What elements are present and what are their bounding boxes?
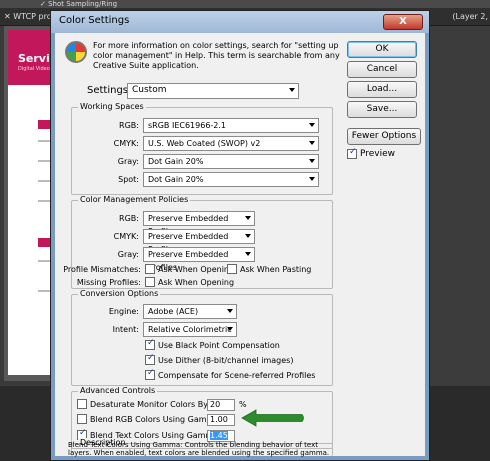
engine-value: Adobe (ACE): [148, 307, 199, 316]
mismatch-paste-label: Ask When Pasting: [240, 265, 312, 274]
missing-label: Missing Profiles:: [76, 278, 141, 287]
fewer-options-button[interactable]: Fewer Options: [347, 128, 421, 145]
advanced-title: Advanced Controls: [78, 386, 158, 395]
document-text-line: [38, 260, 50, 262]
intent-label: Intent:: [112, 325, 139, 334]
dialog-body: For more information on color settings, …: [57, 33, 423, 456]
ws-spot-select[interactable]: Dot Gain 20%: [143, 172, 319, 187]
conversion-title: Conversion Options: [78, 289, 161, 298]
missing-open-label: Ask When Opening: [158, 278, 235, 287]
ws-spot-label: Spot:: [118, 175, 139, 184]
ws-cmyk-label: CMYK:: [113, 139, 139, 148]
preview-label: Preview: [360, 149, 396, 159]
missing-open-checkbox[interactable]: [145, 277, 155, 287]
chevron-down-icon: [309, 159, 315, 163]
document-text-line: [38, 180, 50, 182]
document-text-line: [38, 290, 50, 292]
dither-label: Use Dither (8-bit/channel images): [158, 356, 294, 365]
dialog-titlebar[interactable]: Color Settings X: [51, 11, 429, 33]
ws-cmyk-value: U.S. Web Coated (SWOP) v2: [148, 139, 261, 148]
mismatch-open-label: Ask When Opening: [158, 265, 235, 274]
policies-title: Color Management Policies: [78, 195, 191, 204]
chevron-down-icon: [245, 216, 251, 220]
mismatch-paste-checkbox[interactable]: [227, 264, 237, 274]
panels-area: [430, 26, 490, 386]
dialog-title: Color Settings: [59, 15, 130, 26]
policy-rgb-label: RGB:: [119, 214, 139, 223]
settings-value: Custom: [132, 85, 167, 95]
cancel-button[interactable]: Cancel: [347, 61, 417, 78]
document-text-line: [38, 160, 50, 162]
policy-rgb-select[interactable]: Preserve Embedded Profiles: [143, 211, 255, 236]
chevron-down-icon: [245, 234, 251, 238]
blend-rgb-checkbox[interactable]: [77, 414, 87, 424]
intent-select[interactable]: Relative Colorimetric: [143, 322, 237, 337]
load-button[interactable]: Load...: [347, 81, 417, 98]
blend-rgb-label: Blend RGB Colors Using Gamma:: [90, 415, 222, 424]
engine-select[interactable]: Adobe (ACE): [143, 304, 237, 319]
description-text: Blend Text Colors Using Gamma: Controls …: [68, 441, 330, 457]
chevron-down-icon: [227, 327, 233, 331]
document-text-line: [38, 200, 50, 202]
engine-label: Engine:: [108, 307, 139, 316]
close-button[interactable]: X: [383, 14, 423, 30]
compensate-label: Compensate for Scene-referred Profiles: [158, 371, 316, 380]
blend-rgb-input[interactable]: 1.00: [207, 414, 235, 426]
compensate-checkbox[interactable]: [145, 368, 155, 380]
blend-text-value: 1.45: [210, 431, 228, 440]
working-spaces-title: Working Spaces: [78, 102, 146, 111]
document-text-line: [38, 140, 50, 142]
policy-cmyk-label: CMYK:: [113, 232, 139, 241]
ws-gray-label: Gray:: [117, 157, 139, 166]
desaturate-input[interactable]: 20: [207, 399, 235, 411]
options-bar-text: ✓ Shot Sampling/Ring: [40, 0, 118, 8]
bpc-checkbox[interactable]: [145, 338, 155, 350]
info-text: For more information on color settings, …: [93, 41, 340, 70]
chevron-down-icon: [227, 309, 233, 313]
policy-gray-select[interactable]: Preserve Embedded Profiles: [143, 247, 255, 272]
intent-value: Relative Colorimetric: [148, 325, 232, 334]
ok-button[interactable]: OK: [347, 41, 417, 58]
dither-checkbox[interactable]: [145, 353, 155, 365]
document-subheading: Digital Video: [18, 66, 50, 72]
policy-cmyk-select[interactable]: Preserve Embedded Profiles: [143, 229, 255, 254]
chevron-down-icon: [309, 123, 315, 127]
document-tab-right[interactable]: (Layer 2, RGB...: [425, 8, 490, 39]
ws-rgb-value: sRGB IEC61966-2.1: [148, 121, 227, 130]
policy-gray-label: Gray:: [117, 250, 139, 259]
mismatch-label: Profile Mismatches:: [63, 265, 141, 274]
color-settings-dialog: Color Settings X For more information on…: [50, 10, 430, 461]
chevron-down-icon: [309, 141, 315, 145]
annotation-arrow-icon: [241, 409, 304, 427]
ws-gray-value: Dot Gain 20%: [148, 157, 204, 166]
desaturate-unit: %: [239, 400, 247, 409]
settings-select[interactable]: Custom: [127, 83, 299, 99]
chevron-down-icon: [309, 177, 315, 181]
document-tab[interactable]: ✕ WTCP pro: [0, 8, 52, 26]
mismatch-open-checkbox[interactable]: [145, 264, 155, 274]
options-bar: ✓ Shot Sampling/Ring: [0, 0, 490, 8]
chevron-down-icon: [289, 88, 295, 92]
desaturate-label: Desaturate Monitor Colors By:: [90, 400, 211, 409]
desaturate-checkbox[interactable]: [77, 399, 87, 409]
settings-label: Settings:: [87, 85, 132, 96]
color-wheel-icon: [65, 41, 87, 63]
chevron-down-icon: [245, 252, 251, 256]
ws-gray-select[interactable]: Dot Gain 20%: [143, 154, 319, 169]
preview-checkbox[interactable]: [347, 147, 357, 159]
ws-spot-value: Dot Gain 20%: [148, 175, 204, 184]
ws-rgb-label: RGB:: [119, 121, 139, 130]
ws-cmyk-select[interactable]: U.S. Web Coated (SWOP) v2: [143, 136, 319, 151]
document-header: Servic Digital Video: [8, 30, 56, 85]
save-button[interactable]: Save...: [347, 101, 417, 118]
bpc-label: Use Black Point Compensation: [158, 341, 280, 350]
ws-rgb-select[interactable]: sRGB IEC61966-2.1: [143, 118, 319, 133]
